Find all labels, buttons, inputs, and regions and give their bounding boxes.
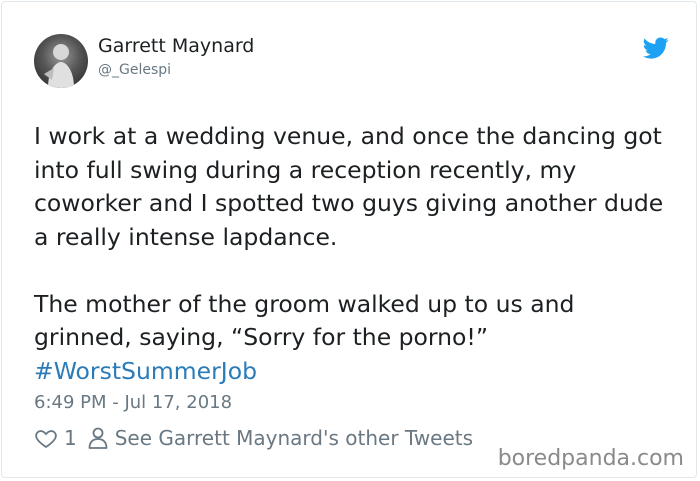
tweet-paragraph-2-text: The mother of the groom walked up to us …	[34, 289, 575, 352]
other-tweets-link[interactable]: See Garrett Maynard's other Tweets	[115, 426, 473, 450]
tweet-timestamp[interactable]: 6:49 PM - Jul 17, 2018	[34, 392, 232, 413]
person-icon	[88, 427, 108, 449]
avatar-photo	[44, 44, 74, 88]
hashtag-link[interactable]: #WorstSummerJob	[34, 357, 257, 385]
avatar[interactable]	[34, 34, 88, 88]
tweet-paragraph-1: I work at a wedding venue, and once the …	[34, 122, 664, 251]
tweet-paragraph-2: The mother of the groom walked up to us …	[34, 288, 674, 389]
watermark: boredpanda.com	[497, 446, 684, 471]
tweet-text: I work at a wedding venue, and once the …	[34, 120, 674, 388]
like-count[interactable]: 1	[64, 426, 77, 450]
author-name[interactable]: Garrett Maynard	[98, 35, 254, 57]
heart-icon[interactable]	[34, 426, 58, 450]
tweet-card: Garrett Maynard @_Gelespi I work at a we…	[1, 1, 697, 478]
author-handle[interactable]: @_Gelespi	[98, 62, 171, 78]
tweet-actions: 1 See Garrett Maynard's other Tweets	[34, 426, 473, 450]
twitter-bird-icon[interactable]	[643, 35, 669, 61]
